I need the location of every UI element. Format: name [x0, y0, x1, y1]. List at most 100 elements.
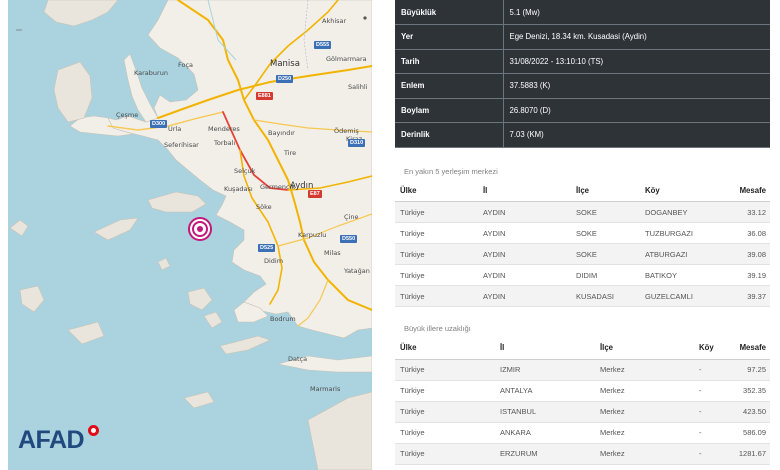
cell-koy: -	[694, 359, 728, 381]
cell-mesafe: 423.50	[728, 401, 770, 423]
place-label: Çine	[344, 213, 359, 221]
earthquake-details-table: Büyüklük 5.1 (Mw) Yer Ege Denizi, 18.34 km.…	[395, 0, 770, 148]
cell-il: AYDIN	[478, 222, 571, 244]
table-row[interactable]: Türkiye AYDIN SOKE TUZBURGAZI 36.08	[395, 222, 770, 244]
column-header-koy[interactable]: Köy	[640, 179, 727, 202]
big-cities-table: Ülke İl İlçe Köy Mesafe Türkiye IZMIR Merk…	[395, 337, 770, 465]
place-label: Manisa	[270, 59, 300, 69]
cell-koy: ATBURGAZI	[640, 243, 727, 265]
afad-logo: AFAD	[18, 426, 85, 454]
cell-mesafe: 39.37	[727, 285, 770, 307]
nearest-settlements-title: En yakın 5 yerleşim merkezi	[404, 166, 498, 176]
table-row[interactable]: Türkiye AYDIN SOKE ATBURGAZI 39.08	[395, 243, 770, 265]
place-label: Seferihisar	[164, 141, 199, 149]
cell-il: AYDIN	[478, 243, 571, 265]
cell-il: AYDIN	[478, 201, 571, 223]
column-header-il[interactable]: İl	[495, 337, 595, 360]
column-header-koy[interactable]: Köy	[694, 337, 728, 360]
table-row[interactable]: Türkiye ISTANBUL Merkez -423.50	[395, 401, 770, 423]
cell-koy: -	[694, 401, 728, 423]
cell-il: ANKARA	[495, 422, 595, 444]
column-header-il[interactable]: İl	[478, 179, 571, 202]
cell-ulke: Türkiye	[395, 422, 495, 444]
place-label: Datça	[288, 355, 308, 363]
road-shield: D300	[150, 120, 168, 128]
detail-label: Derinlik	[395, 122, 504, 148]
cell-ulke: Türkiye	[395, 201, 478, 223]
place-label: Ödemiş	[334, 127, 359, 135]
place-label: Gölmarmara	[326, 55, 367, 63]
road-shield: E87	[308, 190, 322, 198]
cell-ulke: Türkiye	[395, 380, 495, 402]
turkish-flag-icon	[88, 425, 99, 436]
cell-mesafe: 33.12	[727, 201, 770, 223]
road-shield: D550	[340, 235, 358, 243]
column-header-ilce[interactable]: İlçe	[595, 337, 694, 360]
cell-ulke: Türkiye	[395, 222, 478, 244]
place-label: Kuşadası	[224, 185, 253, 193]
place-label: Çeşme	[116, 111, 139, 119]
road-shield: D555	[314, 41, 332, 49]
road-shield: D310	[348, 139, 366, 147]
cell-koy: TUZBURGAZI	[640, 222, 727, 244]
column-header-ilce[interactable]: İlçe	[571, 179, 640, 202]
place-label: Marmaris	[310, 385, 341, 393]
cell-ulke: Türkiye	[395, 243, 478, 265]
table-row[interactable]: Türkiye ANTALYA Merkez -352.35	[395, 380, 770, 402]
table-row[interactable]: Türkiye AYDIN DIDIM BATIKOY 39.19	[395, 264, 770, 286]
column-header-ulke[interactable]: Ülke	[395, 337, 495, 360]
cell-ilce: KUSADASI	[571, 285, 640, 307]
cell-koy: -	[694, 422, 728, 444]
cell-ulke: Türkiye	[395, 285, 478, 307]
place-label: Tire	[284, 149, 297, 157]
cell-ulke: Türkiye	[395, 264, 478, 286]
cell-mesafe: 586.09	[728, 422, 770, 444]
place-label: Menderes	[208, 125, 240, 133]
epicenter-marker[interactable]	[188, 217, 212, 241]
cell-mesafe: 1281.67	[728, 443, 770, 465]
cell-ilce: Merkez	[595, 359, 694, 381]
cell-mesafe: 36.08	[727, 222, 770, 244]
detail-row: Derinlik 7.03 (KM)	[395, 122, 770, 148]
place-label: Bodrum	[270, 315, 296, 323]
place-label: Söke	[256, 203, 272, 211]
cell-ilce: Merkez	[595, 422, 694, 444]
detail-label: Yer	[395, 24, 504, 50]
table-row[interactable]: Türkiye AYDIN KUSADASI GUZELCAMLI 39.37	[395, 285, 770, 307]
road-shield: E881	[256, 92, 273, 100]
table-row[interactable]: Türkiye AYDIN SOKE DOGANBEY 33.12	[395, 201, 770, 223]
cell-ilce: DIDIM	[571, 264, 640, 286]
cell-ulke: Türkiye	[395, 401, 495, 423]
place-label: Didim	[264, 257, 284, 265]
cell-ilce: SOKE	[571, 222, 640, 244]
cell-mesafe: 352.35	[728, 380, 770, 402]
place-label: Urla	[168, 125, 182, 133]
detail-label: Büyüklük	[395, 0, 504, 25]
detail-value: 7.03 (KM)	[503, 122, 770, 148]
place-label: Karpuzlu	[298, 231, 327, 239]
table-row[interactable]: Türkiye ANKARA Merkez -586.09	[395, 422, 770, 444]
detail-row: Büyüklük 5.1 (Mw)	[395, 0, 770, 25]
cell-koy: GUZELCAMLI	[640, 285, 727, 307]
cell-koy: DOGANBEY	[640, 201, 727, 223]
earthquake-map[interactable]: Akhisar Manisa Gölmarmara Salihli Karaburun F…	[8, 0, 372, 470]
column-header-mesafe[interactable]: Mesafe	[728, 337, 770, 360]
column-header-ulke[interactable]: Ülke	[395, 179, 478, 202]
detail-value: 5.1 (Mw)	[503, 0, 770, 25]
detail-value: 31/08/2022 - 13:10:10 (TS)	[503, 49, 770, 74]
cell-ilce: Merkez	[595, 401, 694, 423]
cell-ilce: Merkez	[595, 380, 694, 402]
detail-row: Yer Ege Denizi, 18.34 km. Kusadasi (Aydin…	[395, 24, 770, 50]
place-label: Yatağan	[344, 267, 370, 275]
cell-il: ISTANBUL	[495, 401, 595, 423]
cell-ilce: SOKE	[571, 201, 640, 223]
place-label: Salihli	[348, 83, 368, 91]
detail-value: 37.5883 (K)	[503, 73, 770, 99]
earthquake-info-panel: Büyüklük 5.1 (Mw) Yer Ege Denizi, 18.34 km.…	[395, 0, 770, 465]
column-header-mesafe[interactable]: Mesafe	[727, 179, 770, 202]
place-label: Karaburun	[134, 69, 168, 77]
table-row[interactable]: Türkiye ERZURUM Merkez -1281.67	[395, 443, 770, 465]
table-row[interactable]: Türkiye IZMIR Merkez -97.25	[395, 359, 770, 381]
cell-koy: BATIKOY	[640, 264, 727, 286]
detail-label: Tarih	[395, 49, 504, 74]
